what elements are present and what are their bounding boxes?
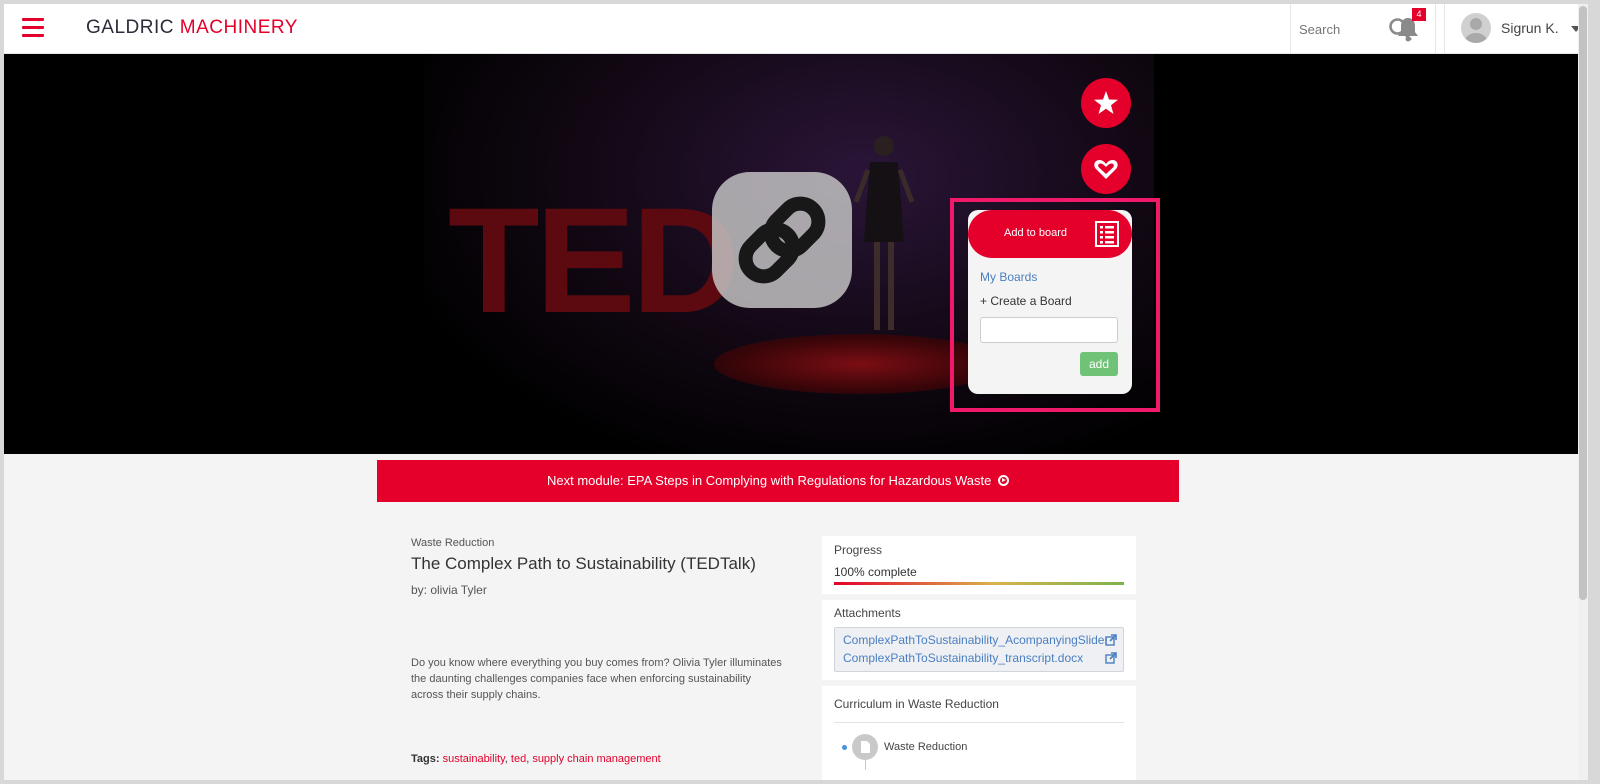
curriculum-item-label: Waste Reduction [884,741,968,753]
my-boards-link[interactable]: My Boards [980,270,1037,284]
board-list-icon [1095,221,1119,247]
current-dot-icon [842,745,847,750]
category-label: Waste Reduction [411,537,495,549]
tag-link-supply-chain[interactable]: supply chain management [532,753,660,765]
add-to-board-label: Add to board [1004,227,1067,239]
menu-icon[interactable] [22,18,44,38]
attachments-title: Attachments [834,606,901,620]
user-menu[interactable]: Sigrun K. [1444,4,1588,54]
attachment-link-transcript[interactable]: ComplexPathToSustainability_transcript.d… [843,651,1083,665]
progress-title: Progress [834,543,883,557]
ted-stage-graphic: TED [448,176,740,344]
attachment-row: ComplexPathToSustainability_transcript.d… [835,651,1123,667]
tags-label: Tags: [411,753,440,765]
external-link-icon[interactable] [1105,652,1117,664]
tags-row: Tags: sustainability, ted, supply chain … [411,753,661,765]
curriculum-divider [834,722,1124,723]
attachment-row: ComplexPathToSustainability_AcompanyingS… [835,633,1123,649]
app-frame: GALDRIC MACHINERY 4 [4,4,1588,780]
attachments-card: Attachments ComplexPathToSustainability_… [822,600,1136,680]
rate-star-button[interactable] [1081,78,1131,128]
scrollbar-thumb[interactable] [1579,6,1587,600]
curriculum-card: Curriculum in Waste Reduction Waste Redu… [822,686,1136,780]
hero-video[interactable]: TED Add to board My Boards + Create a Bo… [4,54,1578,454]
tag-link-sustainability[interactable]: sustainability [443,753,505,765]
tag-link-ted[interactable]: ted [511,753,526,765]
logo[interactable]: GALDRIC MACHINERY [86,17,298,39]
speaker-figure [853,136,915,330]
progress-card: Progress 100% complete [822,536,1136,594]
external-link-icon[interactable] [1105,634,1117,646]
link-icon[interactable] [712,172,852,308]
favorite-heart-button[interactable] [1081,144,1131,194]
add-to-board-button[interactable]: Add to board [968,210,1132,258]
curriculum-title: Curriculum in Waste Reduction [834,697,999,711]
notification-badge: 4 [1412,8,1426,21]
curriculum-item[interactable]: Waste Reduction [834,732,1124,770]
avatar [1461,13,1491,43]
top-header: GALDRIC MACHINERY 4 [4,4,1588,54]
next-module-button[interactable]: Next module: EPA Steps in Complying with… [377,460,1179,502]
logo-text-accent: MACHINERY [179,17,298,38]
play-circle-icon [998,475,1009,486]
progress-text: 100% complete [834,565,917,579]
create-board-link[interactable]: + Create a Board [980,294,1072,308]
board-name-input[interactable] [980,317,1118,343]
author-label: by: olivia Tyler [411,583,487,597]
star-icon [1094,91,1118,114]
attachments-list: ComplexPathToSustainability_AcompanyingS… [834,627,1124,672]
curriculum-connector [865,760,866,770]
heart-icon [1094,160,1118,179]
search-input[interactable] [1299,18,1379,40]
description: Do you know where everything you buy com… [411,657,782,701]
user-name: Sigrun K. [1501,20,1559,36]
logo-text-primary: GALDRIC [86,17,174,38]
add-to-board-panel: Add to board My Boards + Create a Board … [968,210,1132,394]
page-scrollbar[interactable] [1578,4,1588,780]
next-module-label: Next module: EPA Steps in Complying with… [547,473,992,488]
add-board-button[interactable]: add [1080,352,1118,376]
page-title: The Complex Path to Sustainability (TEDT… [411,554,756,573]
attachment-link-slides[interactable]: ComplexPathToSustainability_AcompanyingS… [843,633,1107,647]
progress-bar [834,582,1124,585]
document-icon [852,734,878,760]
